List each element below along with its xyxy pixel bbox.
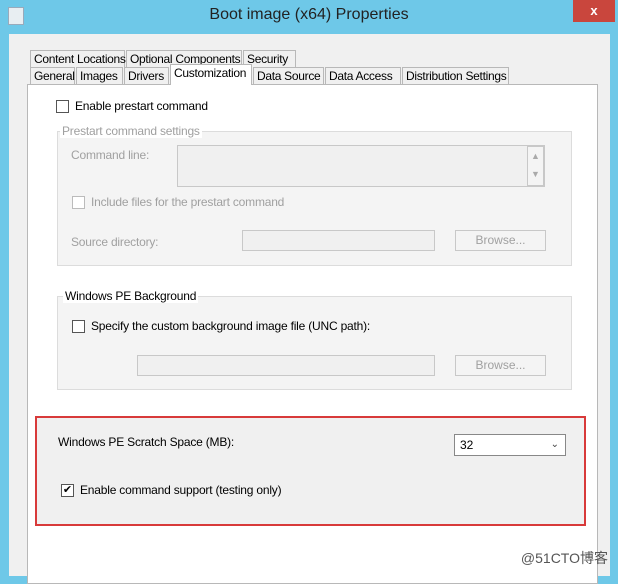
- enable-prestart-checkbox[interactable]: [56, 100, 69, 113]
- include-files-label: Include files for the prestart command: [91, 195, 285, 209]
- tab-distribution-settings[interactable]: Distribution Settings: [402, 67, 509, 84]
- command-line-scrollbar[interactable]: ▲ ▼: [527, 146, 544, 186]
- prestart-group-title: Prestart command settings: [60, 124, 202, 138]
- tab-content-locations[interactable]: Content Locations: [30, 50, 126, 67]
- source-directory-label: Source directory:: [71, 235, 159, 249]
- scroll-up-icon[interactable]: ▲: [528, 147, 543, 165]
- chevron-down-icon: ⌄: [550, 439, 559, 450]
- title-bar[interactable]: Boot image (x64) Properties x: [0, 0, 618, 34]
- include-files-checkbox[interactable]: [72, 196, 85, 209]
- command-support-checkbox[interactable]: ✔: [61, 484, 74, 497]
- watermark: @51CTO博客: [520, 550, 608, 566]
- scratch-space-label: Windows PE Scratch Space (MB):: [58, 435, 235, 449]
- highlight-box: [35, 416, 586, 526]
- scratch-space-select[interactable]: 32 ⌄: [454, 434, 566, 456]
- source-directory-input[interactable]: [242, 230, 435, 251]
- pe-background-title: Windows PE Background: [63, 289, 199, 303]
- tab-data-source[interactable]: Data Source: [253, 67, 324, 84]
- scroll-down-icon[interactable]: ▼: [528, 165, 543, 183]
- tab-general[interactable]: General: [30, 67, 75, 84]
- background-browse-button[interactable]: Browse...: [455, 355, 546, 376]
- command-support-label: Enable command support (testing only): [80, 483, 282, 497]
- custom-background-label: Specify the custom background image file…: [91, 319, 371, 333]
- enable-prestart-label: Enable prestart command: [75, 99, 208, 113]
- background-path-input[interactable]: [137, 355, 435, 376]
- tab-customization[interactable]: Customization: [170, 64, 252, 85]
- command-line-input[interactable]: [177, 145, 545, 187]
- prestart-browse-button[interactable]: Browse...: [455, 230, 546, 251]
- tab-data-access[interactable]: Data Access: [325, 67, 401, 84]
- tab-drivers[interactable]: Drivers: [124, 67, 169, 84]
- close-button[interactable]: x: [573, 0, 615, 22]
- custom-background-checkbox[interactable]: [72, 320, 85, 333]
- tab-images[interactable]: Images: [76, 67, 123, 84]
- command-line-label: Command line:: [71, 148, 150, 162]
- window-title: Boot image (x64) Properties: [209, 6, 409, 23]
- scratch-space-value: 32: [460, 438, 474, 452]
